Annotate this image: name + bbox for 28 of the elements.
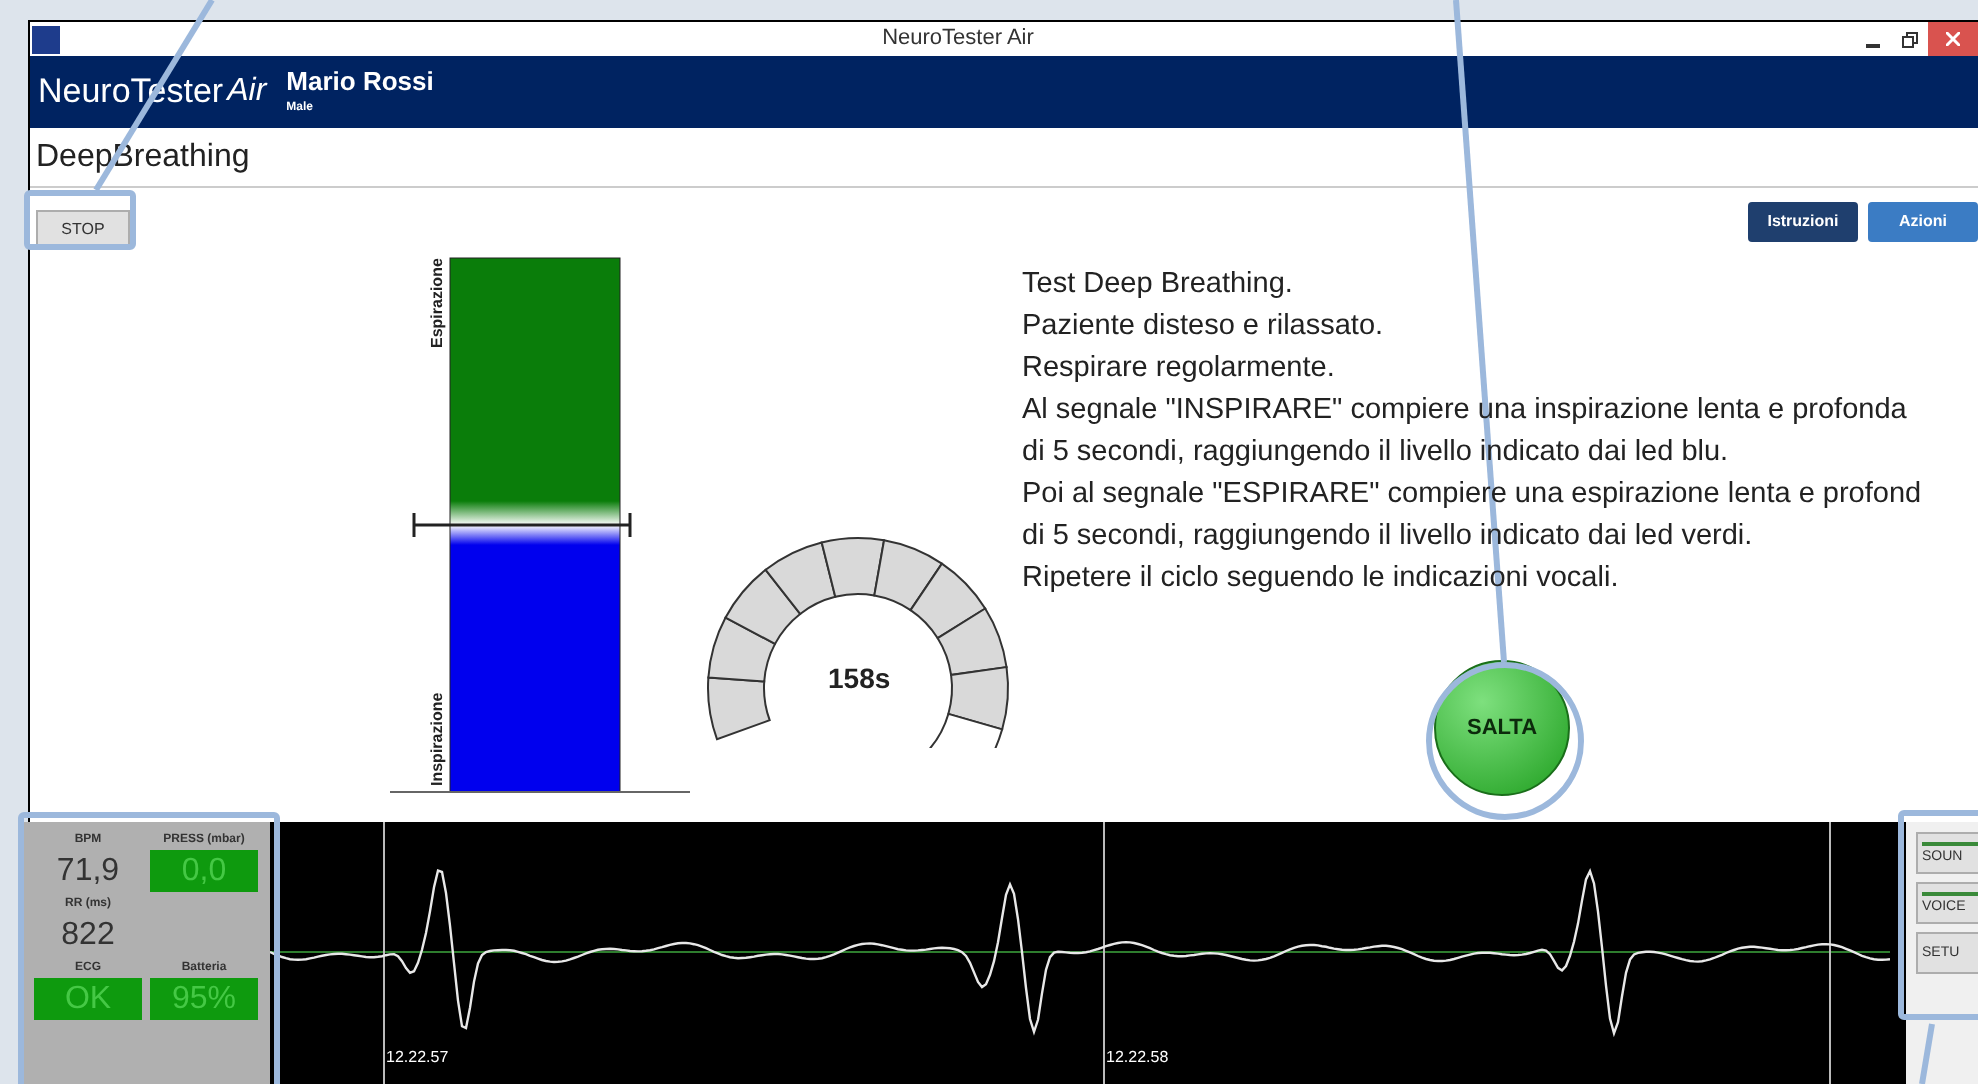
instruction-line: Ripetere il ciclo seguendo le indicazioni vocali. [1022,560,1621,598]
instruction-line: Al segnale "INSPIRARE" compiere una inspirazione lenta e profonda [1022,392,1909,430]
stat-value: 822 [59,916,117,956]
highlight-frame [24,190,136,250]
logo-suffix: Air [227,72,267,112]
instruction-line: di 5 secondi, raggiungendo il livello indicato dai led blu. [1022,434,1731,472]
header-tab[interactable]: Azioni [1868,202,1978,242]
instruction-line: Respirare regolarmente. [1022,350,1337,388]
page-title: DeepBreathing [36,137,250,177]
skip-button[interactable]: SALTA [1434,660,1570,796]
close-button[interactable] [1928,22,1978,56]
header-tab[interactable]: Istruzioni [1748,202,1858,242]
meter-label: Inspirazione [428,692,446,786]
timer-reading: 158s [828,660,891,698]
ecg-timestamp: 12.22.58 [1106,1046,1169,1070]
meter-label: Espirazione [428,258,446,348]
app-icon [32,25,60,53]
close-icon [1946,32,1960,46]
ecg-timestamp: 12.22.57 [386,1046,449,1070]
instruction-line: Test Deep Breathing. [1022,266,1295,304]
leader-line [1919,1023,1935,1084]
instruction-line: di 5 secondi, raggiungendo il livello indicato dai led verdi. [1022,518,1755,556]
stat-value: 71,9 [54,852,122,892]
window-title: NeuroTester Air [880,24,1036,55]
restore-icon[interactable] [1902,31,1918,47]
patient-name: Mario Rossi [286,66,434,98]
instruction-line: Poi al segnale "ESPIRARE" compiere una espirazione lenta e profond [1022,476,1922,514]
instruction-line: Paziente disteso e rilassato. [1022,308,1386,346]
